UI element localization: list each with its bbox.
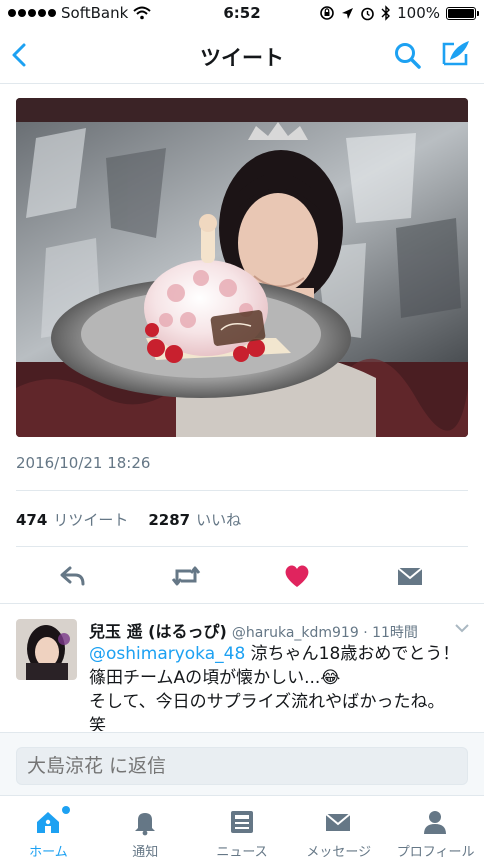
home-icon (37, 812, 59, 833)
retweet-count[interactable]: 474 (16, 511, 47, 529)
tab-news[interactable]: ニュース (194, 796, 291, 861)
tab-profile[interactable]: プロフィール (387, 796, 484, 861)
reply-author: 兒玉 遥 (はるっぴ) @haruka_kdm919 · 11時間 (89, 618, 418, 642)
tab-messages-label: メッセージ (306, 845, 372, 860)
profile-icon (424, 811, 447, 834)
reply-icon[interactable] (59, 562, 87, 590)
reply-input[interactable] (16, 747, 468, 785)
reply-compose-bar (0, 733, 484, 795)
retweet-icon[interactable] (171, 562, 201, 590)
news-icon (230, 811, 253, 833)
compose-tweet-icon[interactable] (440, 38, 472, 70)
status-right: 100% (319, 4, 479, 22)
tab-notifications-label: 通知 (132, 845, 159, 860)
tab-home-label: ホーム (29, 845, 68, 860)
chevron-down-icon[interactable] (454, 622, 470, 634)
avatar[interactable] (16, 619, 77, 680)
tweet-timestamp: 2016/10/21 18:26 (16, 454, 151, 472)
nav-bar: ツイート (0, 28, 484, 84)
tweet-actions (0, 556, 484, 596)
divider (16, 490, 468, 491)
envelope-icon (325, 813, 352, 831)
like-count[interactable]: 2287 (148, 511, 190, 529)
tweet-photo[interactable] (16, 98, 468, 437)
battery-percent: 100% (397, 4, 440, 22)
tab-news-label: ニュース (216, 845, 268, 860)
reply-line-2: 篠田チームAの頃が懐かしい...😂 (89, 668, 341, 688)
status-bar: SoftBank 6:52 100% (0, 0, 484, 28)
reply-author-handle: @haruka_kdm919 · 11時間 (231, 625, 418, 641)
tab-notifications[interactable]: 通知 (97, 796, 194, 861)
reply-author-name[interactable]: 兒玉 遥 (はるっぴ) (89, 622, 227, 641)
reply-line-1: 涼ちゃん18歳おめでとう！ (245, 644, 460, 664)
like-heart-icon[interactable] (283, 562, 311, 590)
reply-line-4: 笑 (89, 716, 106, 731)
retweet-count-label: リツイート (53, 511, 129, 529)
search-icon[interactable] (392, 40, 424, 72)
tab-profile-label: プロフィール (396, 845, 475, 860)
like-count-label: いいね (196, 511, 242, 529)
reply-tweet[interactable]: 兒玉 遥 (はるっぴ) @haruka_kdm919 · 11時間 @oshim… (0, 604, 484, 731)
battery-icon (446, 6, 479, 20)
orientation-lock-icon (320, 6, 334, 20)
tab-bar: ホーム 通知 ニュース メッセージ プロフィール (0, 795, 484, 861)
avatar-image (16, 619, 77, 680)
tab-home[interactable]: ホーム (0, 796, 97, 861)
reply-text: @oshimaryoka_48 涼ちゃん18歳おめでとう！ 篠田チームAの頃が懐… (89, 642, 479, 731)
direct-message-icon[interactable] (396, 562, 424, 590)
divider (16, 546, 468, 547)
photo-illustration (16, 98, 468, 437)
bluetooth-icon (381, 5, 391, 21)
bell-icon (134, 813, 155, 836)
mention-link[interactable]: @oshimaryoka_48 (89, 644, 245, 664)
tweet-stats: 474 リツイート 2287 いいね (16, 509, 241, 530)
location-icon (342, 7, 354, 19)
home-badge (62, 806, 70, 814)
alarm-icon (361, 7, 374, 20)
reply-line-3: そして、今日のサプライズ流れやばかったね。 (89, 692, 445, 712)
tab-messages[interactable]: メッセージ (290, 796, 387, 861)
